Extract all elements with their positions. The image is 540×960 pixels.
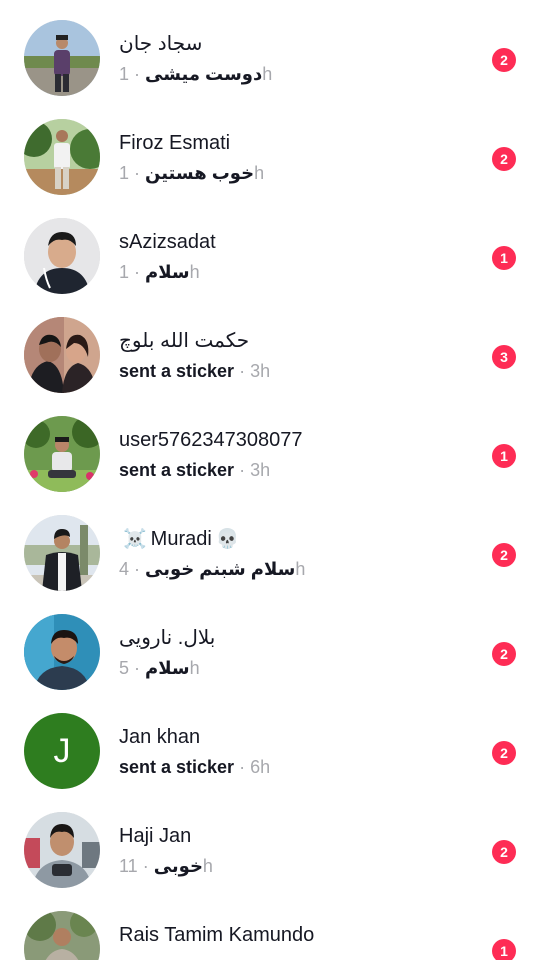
unread-badge: 2 [492, 840, 516, 864]
separator-dot: · [239, 757, 246, 777]
message-preview-line: sent a sticker · 3h [119, 358, 270, 384]
avatar-initial: J [53, 732, 71, 770]
message-preview-line: sent a sticker · 6h [119, 754, 270, 780]
last-message: sent a sticker [119, 460, 235, 480]
conversation-row[interactable]: user5762347308077 sent a sticker · 3h 1 [0, 396, 540, 495]
unread-badge: 2 [492, 543, 516, 567]
skull-icon: 💀 [215, 529, 240, 550]
separator-dot: · [134, 163, 141, 183]
conversation-row[interactable]: ☠️ Muradi 💀 سلام شبنم خوبی·4h 2 [0, 495, 540, 594]
avatar[interactable] [24, 911, 100, 960]
conversation-row[interactable]: Haji Jan خوبی·11h 2 [0, 792, 540, 891]
separator-dot: · [142, 856, 149, 876]
message-preview-line: خوب هستین·1h [119, 160, 264, 186]
last-message: سلام [145, 262, 190, 282]
separator-dot: · [239, 361, 246, 381]
timestamp: 3h [250, 460, 271, 480]
unread-badge: 2 [492, 741, 516, 765]
avatar[interactable]: J [24, 713, 100, 789]
message-preview-line: sent a sticker · 3h [119, 457, 270, 483]
conversation-row[interactable]: حکمت الله بلوچ sent a sticker · 3h 3 [0, 297, 540, 396]
unread-badge: 2 [492, 642, 516, 666]
contact-name: حکمت الله بلوچ [119, 330, 250, 352]
unread-badge: 2 [492, 48, 516, 72]
avatar[interactable] [24, 119, 100, 195]
timestamp: 3h [250, 361, 271, 381]
avatar-photo [24, 119, 100, 195]
contact-name: Jan khan [119, 726, 201, 748]
last-message: sent a sticker [119, 361, 235, 381]
message-preview-line: سلام·1h [119, 259, 200, 285]
conversation-row[interactable]: sAzizsadat سلام·1h 1 [0, 198, 540, 297]
contact-name: سجاد جان [119, 33, 203, 55]
avatar-photo [24, 614, 100, 690]
last-message: خوب هستین [145, 163, 255, 183]
unread-badge: 1 [492, 246, 516, 270]
avatar[interactable] [24, 614, 100, 690]
contact-name: sAzizsadat [119, 231, 216, 253]
timestamp: 6h [250, 757, 271, 777]
avatar-photo [24, 812, 100, 888]
last-message: خوبی [153, 856, 203, 876]
separator-dot: · [134, 64, 141, 84]
avatar-photo [24, 911, 100, 960]
avatar-photo [24, 416, 100, 492]
avatar[interactable] [24, 812, 100, 888]
contact-name: ☠️ Muradi 💀 [119, 526, 243, 553]
contact-name: Rais Tamim Kamundo [119, 924, 315, 946]
last-message: دوست میشی [145, 64, 263, 84]
unread-badge: 1 [492, 939, 516, 960]
conversation-row[interactable]: سجاد جان دوست میشی·1h 2 [0, 0, 540, 99]
avatar[interactable] [24, 515, 100, 591]
message-preview-line: خوبی·11h [119, 853, 213, 879]
avatar-photo [24, 515, 100, 591]
conversation-list: سجاد جان دوست میشی·1h 2 Firoz Esmati خوب… [0, 0, 540, 960]
contact-name-text: Muradi [150, 528, 212, 550]
conversation-row[interactable]: Rais Tamim Kamundo 1 [0, 891, 540, 960]
last-message: sent a sticker [119, 757, 235, 777]
conversation-row[interactable]: J Jan khan sent a sticker · 6h 2 [0, 693, 540, 792]
unread-badge: 2 [492, 147, 516, 171]
separator-dot: · [134, 658, 141, 678]
message-preview-line: دوست میشی·1h [119, 61, 272, 87]
contact-name: Haji Jan [119, 825, 192, 847]
last-message: سلام شبنم خوبی [145, 559, 296, 579]
avatar-photo [24, 218, 100, 294]
contact-name: Firoz Esmati [119, 132, 231, 154]
avatar[interactable] [24, 20, 100, 96]
last-message: سلام [145, 658, 190, 678]
unread-badge: 3 [492, 345, 516, 369]
avatar[interactable] [24, 317, 100, 393]
message-preview-line: سلام·5h [119, 655, 200, 681]
avatar-photo [24, 20, 100, 96]
separator-dot: · [239, 460, 246, 480]
contact-name: user5762347308077 [119, 429, 303, 451]
conversation-row[interactable]: Firoz Esmati خوب هستین·1h 2 [0, 99, 540, 198]
avatar[interactable] [24, 416, 100, 492]
unread-badge: 1 [492, 444, 516, 468]
avatar-photo [24, 317, 100, 393]
skull-crossbones-icon: ☠️ [123, 529, 147, 550]
contact-name: بلال. نارویی [119, 627, 216, 649]
conversation-row[interactable]: بلال. نارویی سلام·5h 2 [0, 594, 540, 693]
message-preview-line: سلام شبنم خوبی·4h [119, 556, 305, 582]
separator-dot: · [134, 559, 141, 579]
separator-dot: · [134, 262, 141, 282]
avatar[interactable] [24, 218, 100, 294]
